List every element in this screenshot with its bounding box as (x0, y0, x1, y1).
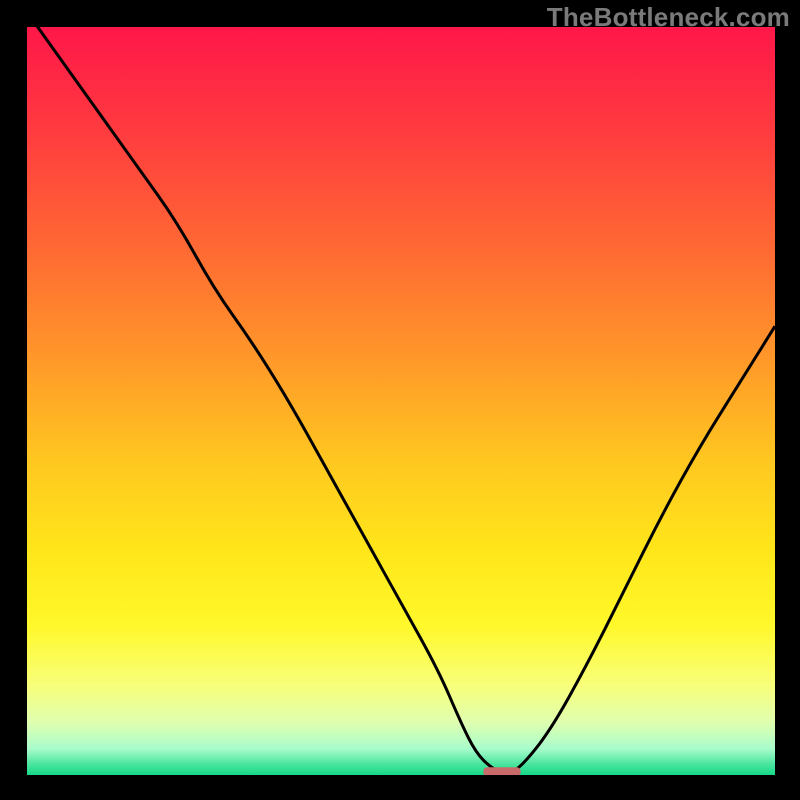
optimum-marker (483, 767, 520, 775)
chart-plot-area (27, 27, 775, 775)
chart-svg (27, 27, 775, 775)
chart-frame: TheBottleneck.com (0, 0, 800, 800)
chart-background (27, 27, 775, 775)
